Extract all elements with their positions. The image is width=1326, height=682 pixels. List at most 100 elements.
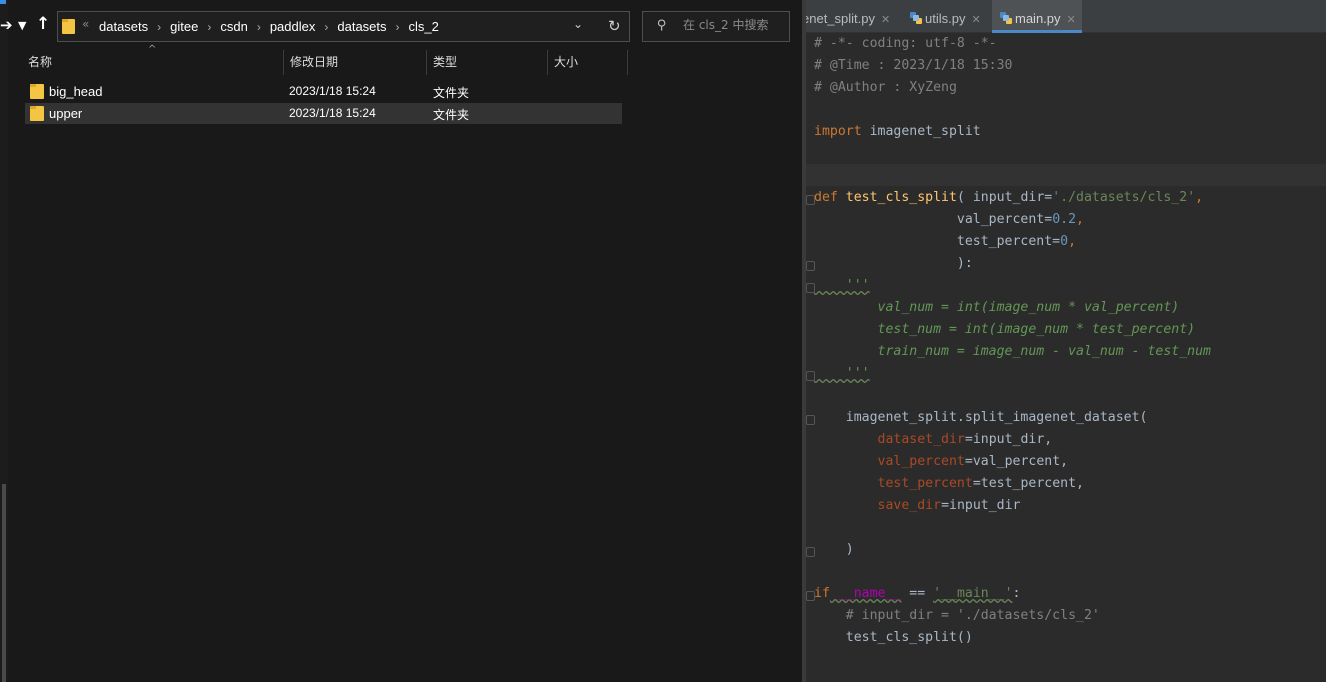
file-explorer-window: ➔ ▼ ↑ « datasets › gitee › csdn › paddle…	[0, 0, 802, 682]
code-line: '''	[814, 278, 870, 293]
column-size[interactable]: 大小	[548, 50, 628, 75]
column-type[interactable]: 类型	[427, 50, 548, 75]
column-date-modified[interactable]: 修改日期	[284, 50, 427, 75]
arrow-right-icon[interactable]: ➔	[0, 16, 13, 34]
code-string: './datasets/cls_2'	[1052, 190, 1196, 205]
code-dunder: __name__	[829, 586, 902, 601]
breadcrumb-separator-icon[interactable]: ›	[257, 20, 261, 34]
tab-label: main.py	[1015, 11, 1061, 26]
breadcrumb: datasets › gitee › csdn › paddlex › data…	[99, 12, 439, 41]
code-keyword: if	[814, 586, 830, 601]
code-line: # @Time : 2023/1/18 15:30	[814, 58, 1013, 73]
tab-main[interactable]: main.py ✕	[992, 0, 1082, 33]
code-text: ,	[1068, 234, 1077, 249]
code-param: save_dir	[877, 498, 942, 513]
breadcrumb-item[interactable]: paddlex	[270, 19, 316, 34]
overflow-chevron-icon[interactable]: «	[82, 17, 89, 31]
column-name[interactable]: 名称	[22, 50, 284, 75]
editor-tab-bar: enet_split.py ✕ utils.py ✕ main.py ✕	[806, 0, 1326, 33]
close-icon[interactable]: ✕	[881, 14, 890, 26]
code-line: val_percent=val_percent,	[814, 451, 1069, 473]
close-icon[interactable]: ✕	[1067, 14, 1076, 26]
window-accent	[0, 0, 6, 4]
file-type: 文件夹	[433, 108, 470, 122]
code-text: ==	[901, 586, 934, 601]
file-date: 2023/1/18 15:24	[289, 106, 376, 120]
search-box[interactable]: ⚲	[642, 11, 790, 42]
code-text: =input_dir,	[964, 432, 1053, 447]
code-string: '__main__'	[933, 586, 1013, 601]
breadcrumb-item[interactable]: gitee	[170, 19, 198, 34]
breadcrumb-separator-icon[interactable]: ›	[207, 20, 211, 34]
code-param: dataset_dir	[877, 432, 965, 447]
code-text: ( input_dir=	[956, 190, 1053, 205]
chevron-down-icon[interactable]: ⌄	[573, 17, 583, 31]
code-text: ,	[1076, 212, 1084, 227]
close-icon[interactable]: ✕	[971, 14, 980, 26]
breadcrumb-item[interactable]: cls_2	[409, 19, 439, 34]
arrow-up-icon[interactable]: ↑	[36, 15, 50, 33]
folder-icon	[30, 106, 44, 121]
breadcrumb-separator-icon[interactable]: ›	[396, 20, 400, 34]
code-line: import imagenet_split	[814, 121, 981, 143]
folder-icon	[62, 19, 75, 34]
breadcrumb-separator-icon[interactable]: ›	[157, 20, 161, 34]
code-line: dataset_dir=input_dir,	[814, 429, 1053, 451]
code-line: val_percent=0.2,	[814, 209, 1084, 231]
breadcrumb-separator-icon[interactable]: ›	[324, 20, 328, 34]
folder-icon	[30, 84, 44, 99]
code-editor-window: enet_split.py ✕ utils.py ✕ main.py ✕ # -*- …	[806, 0, 1326, 682]
code-text: =val_percent,	[964, 454, 1069, 469]
navigation-pane-strip	[0, 0, 8, 682]
code-line: '''	[814, 366, 870, 381]
code-text: =input_dir	[941, 498, 1021, 513]
file-name: upper	[49, 106, 83, 121]
code-number: 0.2	[1052, 212, 1077, 227]
code-line: if __name__ == '__main__':	[814, 583, 1020, 605]
breadcrumb-item[interactable]: datasets	[99, 19, 148, 34]
code-number: 0	[1060, 234, 1069, 249]
file-name: big_head	[49, 84, 103, 99]
python-file-icon	[1000, 12, 1012, 24]
refresh-icon[interactable]: ↻	[608, 17, 621, 35]
tab-label: utils.py	[925, 11, 966, 26]
address-bar[interactable]: « datasets › gitee › csdn › paddlex › da…	[57, 11, 630, 42]
code-keyword: def	[814, 190, 838, 205]
code-line: test_num = int(image_num * test_percent)	[814, 322, 1196, 337]
code-line: test_percent=0,	[814, 231, 1076, 253]
code-line: # @Author : XyZeng	[814, 80, 957, 95]
tab-utils[interactable]: utils.py ✕	[910, 0, 981, 33]
file-date: 2023/1/18 15:24	[289, 84, 376, 98]
navigation-pane-scrollbar[interactable]	[2, 484, 6, 682]
code-function-name: test_cls_split	[845, 190, 957, 205]
code-line: # input_dir = './datasets/cls_2'	[814, 608, 1100, 623]
tab-imagenet-split[interactable]: enet_split.py ✕	[806, 0, 890, 33]
search-input[interactable]	[683, 18, 783, 32]
breadcrumb-item[interactable]: csdn	[220, 19, 247, 34]
code-line: imagenet_split.split_imagenet_dataset(	[814, 410, 1148, 425]
column-header: 名称 修改日期 类型 大小	[22, 50, 628, 75]
python-file-icon	[910, 12, 922, 24]
code-keyword: import	[814, 124, 862, 139]
code-line: def test_cls_split( input_dir='./dataset…	[814, 187, 1203, 209]
code-line: # -*- coding: utf-8 -*-	[814, 36, 997, 51]
file-row[interactable]: big_head 2023/1/18 15:24 文件夹	[25, 81, 622, 102]
search-icon: ⚲	[657, 18, 667, 33]
file-row-selected[interactable]: upper 2023/1/18 15:24 文件夹	[25, 103, 622, 124]
code-line: ):	[814, 256, 973, 271]
code-line: test_percent=test_percent,	[814, 473, 1084, 495]
chevron-down-icon[interactable]: ▼	[18, 17, 26, 35]
breadcrumb-item[interactable]: datasets	[337, 19, 386, 34]
code-text: imagenet_split	[861, 124, 981, 139]
code-param: test_percent	[877, 476, 973, 491]
tab-label: enet_split.py	[806, 11, 875, 26]
code-text: test_percent=	[814, 234, 1061, 249]
code-line: )	[814, 542, 854, 557]
code-text: :	[1012, 586, 1021, 601]
code-area[interactable]: # -*- coding: utf-8 -*- # @Time : 2023/1…	[806, 33, 1326, 682]
code-param: val_percent	[877, 454, 965, 469]
current-line-highlight	[806, 164, 1326, 186]
code-line: test_cls_split()	[814, 630, 973, 645]
code-line: val_num = int(image_num * val_percent)	[814, 300, 1180, 315]
code-text: ,	[1195, 190, 1204, 205]
